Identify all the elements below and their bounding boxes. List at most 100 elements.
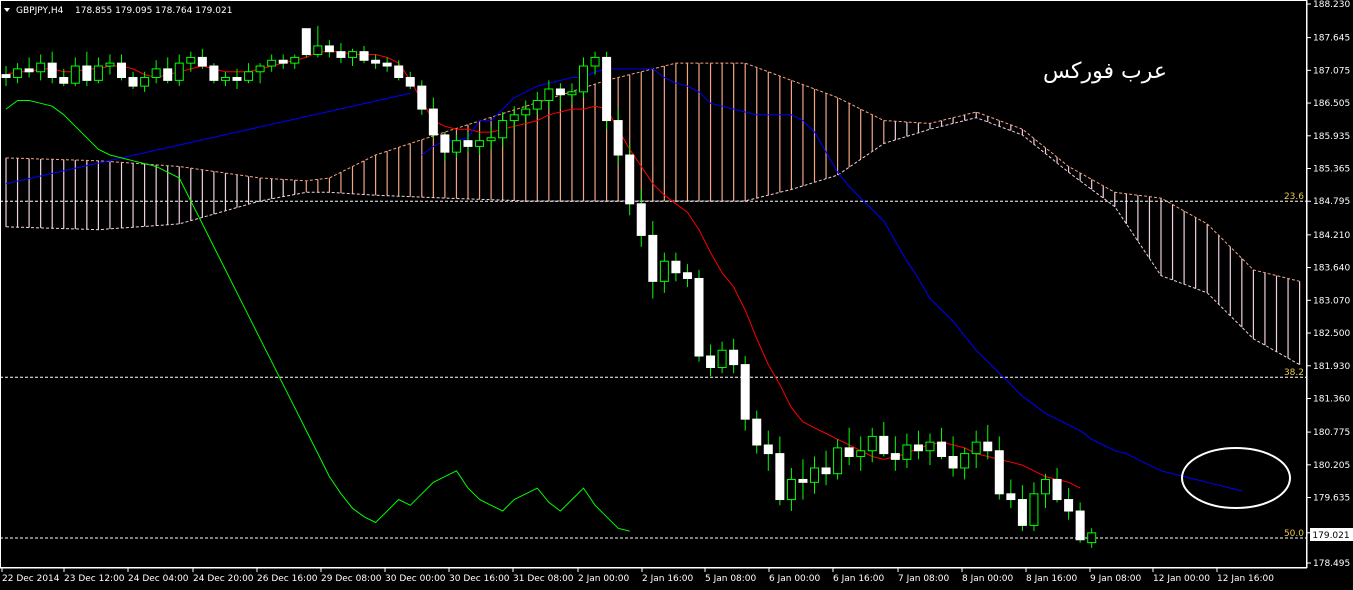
candle-body-bear — [209, 65, 219, 81]
candle-body-bull — [244, 71, 254, 81]
candle-body-bear — [1017, 499, 1027, 526]
time-tick-label: 12 Jan 16:00 — [1217, 574, 1274, 584]
candle-body-bull — [174, 62, 184, 81]
candle-body-bear — [463, 140, 473, 147]
candle-body-bull — [486, 137, 496, 142]
candle-body-bear — [775, 453, 785, 501]
candle-body-bear — [602, 56, 612, 122]
candle-body-bull — [105, 62, 115, 67]
candle-body-bull — [498, 120, 508, 139]
candle-body-bear — [798, 478, 808, 483]
time-tick-label: 24 Dec 20:00 — [193, 574, 254, 584]
time-tick-label: 8 Jan 16:00 — [1026, 574, 1078, 584]
candle-body-bull — [590, 56, 600, 67]
candle-body-bear — [394, 65, 404, 78]
candle-body-bear — [648, 234, 658, 282]
candle-body-bear — [1006, 493, 1016, 501]
candle-body-bull — [544, 88, 554, 101]
watermark: عرب فوركس — [1043, 59, 1167, 84]
candle-body-bear — [428, 108, 438, 136]
time-tick-label: 24 Dec 04:00 — [128, 574, 189, 584]
time-tick-label: 6 Jan 16:00 — [833, 574, 885, 584]
candle-body-bear — [821, 467, 831, 475]
candle-body-bull — [140, 76, 150, 87]
candle-body-bull — [451, 140, 461, 153]
candle-body-bull — [810, 467, 819, 483]
price-tick-label: 185.935 — [1313, 132, 1350, 142]
candle-body-bull — [509, 114, 519, 122]
candle-body-bear — [671, 260, 681, 274]
price-tick-label: 183.640 — [1313, 264, 1350, 274]
candle-body-bear — [117, 62, 126, 78]
time-tick-label: 2 Jan 16:00 — [642, 574, 694, 584]
price-tick-label: 181.930 — [1313, 362, 1350, 372]
candle-body-bear — [879, 435, 889, 455]
candle-body-bull — [13, 68, 23, 78]
candle-body-bear — [440, 134, 450, 153]
candle-body-bear — [740, 364, 750, 420]
candle-body-bear — [232, 76, 242, 81]
ichimoku-chart[interactable]: 23.6 38.2 50.0 188.230 187.645 187.075 186.50… — [0, 0, 1353, 590]
candle-body-bear — [937, 441, 947, 457]
candle-body-bull — [532, 99, 542, 110]
time-tick-label: 31 Dec 08:00 — [513, 574, 574, 584]
candle-body-bear — [405, 76, 415, 87]
candle-body-bull — [267, 59, 277, 67]
candle-body-bull — [867, 435, 877, 452]
candle-body-bear — [1052, 478, 1062, 501]
price-tick-label: 183.070 — [1313, 296, 1350, 306]
candle-body-bear — [197, 56, 207, 67]
candle-body-bear — [301, 28, 311, 56]
time-tick-label: 5 Jan 08:00 — [705, 574, 757, 584]
fib-label: 50.0 — [1284, 529, 1304, 539]
candle-body-bear — [336, 51, 346, 58]
price-tick-label: 179.635 — [1313, 494, 1350, 504]
candle-body-bear — [47, 62, 57, 78]
candle-body-bear — [1075, 510, 1085, 541]
time-tick-label: 23 Dec 12:00 — [64, 574, 125, 584]
price-tick-label: 186.505 — [1313, 99, 1350, 109]
candle-body-bear — [163, 68, 173, 81]
current-price-label: 179.021 — [1312, 531, 1349, 541]
price-tick-label: 182.500 — [1313, 329, 1350, 339]
candle-body-bear — [59, 76, 69, 84]
time-tick-label: 6 Jan 00:00 — [769, 574, 821, 584]
candle-body-bear — [844, 447, 854, 457]
candle-body-bull — [856, 450, 866, 457]
time-tick-label: 8 Jan 00:00 — [962, 574, 1014, 584]
candle-body-bear — [729, 349, 739, 366]
candle-body-bear — [555, 88, 565, 96]
candle-body-bull — [220, 76, 230, 81]
candle-body-bull — [786, 478, 796, 501]
current-price-tag: 179.021 — [1310, 528, 1353, 541]
candle-body-bear — [128, 76, 138, 87]
price-tick-label: 188.230 — [1313, 0, 1350, 10]
candle-body-bull — [313, 45, 323, 56]
time-tick-label: 30 Dec 16:00 — [449, 574, 510, 584]
candle-body-bull — [348, 51, 357, 58]
symbol-label: GBPJPY,H4 — [16, 6, 64, 16]
candle-body-bear — [417, 85, 427, 110]
candle-body-bull — [1041, 478, 1050, 495]
candle-body-bull — [567, 91, 577, 96]
candle-body-bear — [359, 51, 369, 61]
candle-body-bear — [994, 450, 1004, 495]
candle-body-bull — [1029, 493, 1039, 526]
time-tick-label: 7 Jan 08:00 — [898, 574, 950, 584]
candle-body-bear — [890, 453, 900, 460]
price-tick-label: 187.075 — [1313, 66, 1350, 76]
candle-body-bull — [1087, 532, 1097, 544]
candle-body-bull — [36, 62, 46, 73]
price-tick-label: 184.210 — [1313, 231, 1350, 241]
candle-body-bull — [902, 444, 912, 460]
time-tick-label: 29 Dec 08:00 — [321, 574, 382, 584]
candle-body-bull — [971, 441, 981, 455]
price-tick-label: 180.775 — [1313, 428, 1350, 438]
price-tick-label: 184.795 — [1313, 197, 1350, 207]
candle-body-bear — [948, 455, 958, 469]
candle-body-bear — [613, 120, 623, 156]
time-tick-label: 26 Dec 16:00 — [257, 574, 318, 584]
candle-body-bear — [382, 62, 392, 67]
candle-body-bear — [636, 203, 646, 236]
candle-body-bull — [579, 65, 588, 93]
